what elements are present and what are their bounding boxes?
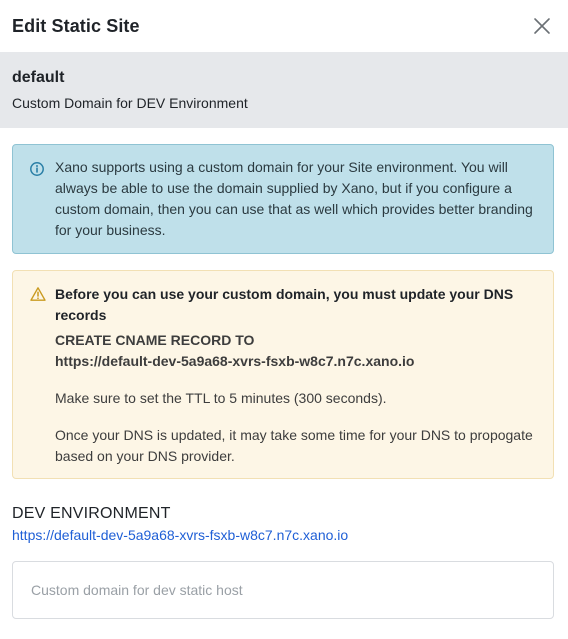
site-description: Custom Domain for DEV Environment [12,95,248,111]
dns-warning-callout: Before you can use your custom domain, y… [12,270,554,479]
ttl-note: Make sure to set the TTL to 5 minutes (3… [55,390,387,406]
info-icon [30,162,44,176]
panel-header: Edit Static Site [0,0,568,52]
custom-domain-input[interactable] [12,561,554,619]
cname-record: CREATE CNAME RECORD TO https://default-d… [55,330,541,372]
info-text: Xano supports using a custom domain for … [55,159,533,238]
panel-title: Edit Static Site [12,15,140,36]
info-callout: Xano supports using a custom domain for … [12,144,554,254]
cname-target: https://default-dev-5a9a68-xvrs-fsxb-w8c… [55,353,415,369]
warning-title: Before you can use your custom domain, y… [55,286,514,323]
edit-static-site-panel: Edit Static Site default Custom Domain f… [0,0,568,639]
cname-heading: CREATE CNAME RECORD TO [55,332,255,348]
close-icon [534,18,550,34]
close-button[interactable] [530,14,554,38]
propagation-note: Once your DNS is updated, it may take so… [55,427,533,464]
environment-url-link[interactable]: https://default-dev-5a9a68-xvrs-fsxb-w8c… [12,527,348,543]
site-summary: default Custom Domain for DEV Environmen… [0,52,568,128]
environment-label: DEV ENVIRONMENT [12,505,171,522]
site-name: default [12,69,65,86]
warning-icon [30,287,46,301]
